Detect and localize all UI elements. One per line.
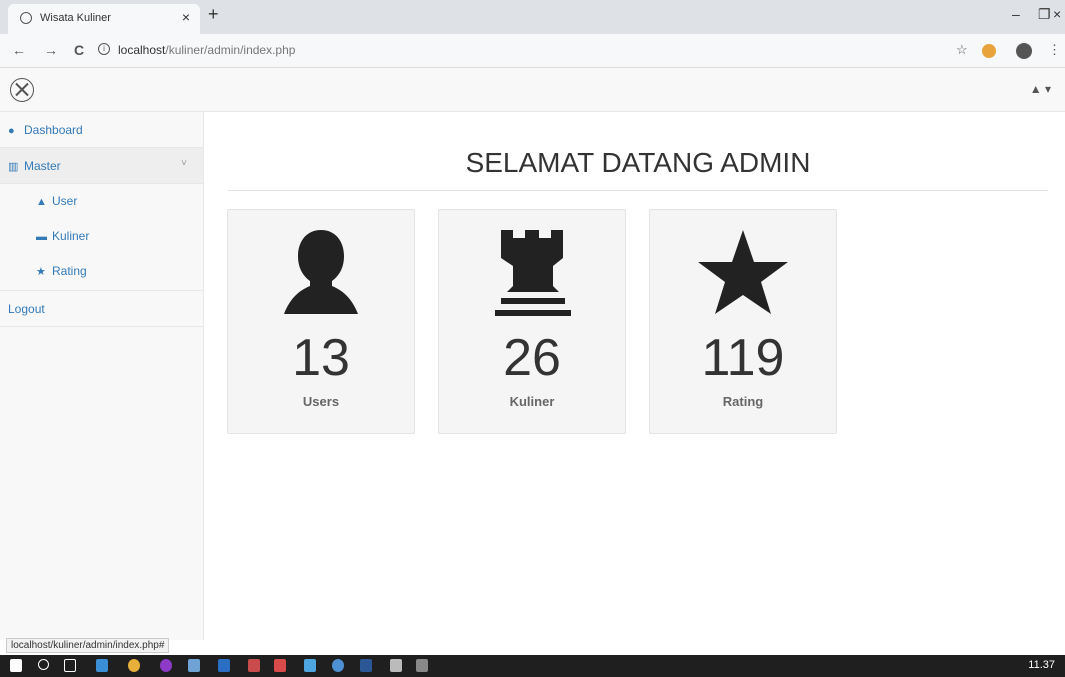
profile-avatar[interactable] (1016, 43, 1032, 59)
app-icon[interactable] (160, 659, 172, 672)
sidebar-item-dashboard[interactable]: ● Dashboard (0, 112, 203, 148)
search-icon[interactable] (38, 659, 49, 670)
windows-start-icon[interactable] (10, 659, 22, 672)
app-icon[interactable] (188, 659, 200, 672)
app-icon[interactable] (332, 659, 344, 672)
chevron-down-icon: ˅ (181, 158, 187, 169)
sidebar-item-user[interactable]: ▲ User (0, 184, 203, 219)
chrome-icon[interactable] (128, 659, 140, 672)
stat-label: Users (302, 394, 340, 409)
bookmark-star-icon[interactable]: ☆ (956, 42, 968, 58)
sidebar-item-label: Master (24, 159, 61, 173)
sidebar-item-kuliner[interactable]: ▬ Kuliner (0, 219, 203, 254)
star-icon (698, 230, 788, 314)
browser-tab-bar: Wisata Kuliner × + – ❐ × (0, 0, 1065, 34)
address-bar: ← → C i localhost/kuliner/admin/index.ph… (0, 34, 1065, 68)
reload-button[interactable]: C (74, 42, 84, 58)
sidebar-item-label: Dashboard (24, 123, 83, 137)
clock[interactable]: 11.37 (1028, 659, 1055, 671)
stat-value: 26 (503, 329, 561, 387)
stat-label: Rating (722, 394, 764, 409)
sidebar-item-logout[interactable]: Logout (0, 291, 203, 327)
taskbar: 11.37 (0, 655, 1065, 677)
notepad-icon[interactable] (390, 659, 402, 672)
filezilla-icon[interactable] (274, 659, 286, 672)
forward-button[interactable]: → (44, 42, 58, 58)
browser-menu-icon[interactable]: ⋮ (1048, 42, 1061, 58)
logo-icon[interactable] (10, 78, 34, 102)
globe-icon (20, 12, 32, 24)
user-icon (284, 230, 358, 314)
sidebar: ● Dashboard ▥ Master ˅ ▲ User ▬ Kuliner ★ Rat… (0, 112, 204, 640)
stat-value: 119 (701, 329, 785, 387)
page-title: SELAMAT DATANG ADMIN (465, 147, 811, 178)
status-bar-url: localhost/kuliner/admin/index.php# (6, 638, 170, 653)
sidebar-item-label: Logout (8, 302, 45, 316)
extension-icon[interactable] (982, 44, 996, 58)
back-button[interactable]: ← (12, 42, 26, 58)
maximize-button[interactable]: ❐ (1038, 6, 1051, 23)
window-close-button[interactable]: × (1053, 6, 1061, 22)
url-path: /kuliner/admin/index.php (165, 43, 296, 57)
bar-chart-icon: ▥ (8, 161, 19, 173)
sidebar-item-master[interactable]: ▥ Master ˅ (0, 148, 203, 184)
user-icon: ▲ (36, 196, 47, 208)
star-icon: ★ (36, 266, 46, 278)
user-menu-button[interactable]: ▲ ▾ (1030, 82, 1051, 96)
tower-icon (495, 230, 571, 316)
divider (228, 190, 1048, 191)
task-view-icon[interactable] (64, 659, 76, 672)
sidebar-item-label: Kuliner (52, 229, 90, 243)
app-icon[interactable] (248, 659, 260, 672)
tab-close-button[interactable]: × (182, 9, 190, 25)
stat-label: Kuliner (509, 394, 555, 409)
app-icon[interactable] (218, 659, 230, 672)
url-host: localhost (118, 43, 166, 57)
hdd-icon: ▬ (36, 231, 47, 243)
sidebar-item-label: Rating (52, 264, 87, 278)
stat-card-kuliner[interactable]: 26 Kuliner (438, 209, 626, 434)
dashboard-icon: ● (8, 125, 15, 137)
sidebar-item-rating[interactable]: ★ Rating (0, 254, 203, 291)
minimize-button[interactable]: – (1012, 6, 1020, 22)
app-icon[interactable] (416, 659, 428, 672)
app-icon[interactable] (304, 659, 316, 672)
sidebar-item-label: User (52, 194, 78, 208)
url-field[interactable]: localhost/kuliner/admin/index.php (118, 43, 295, 57)
app-navbar: ▲ ▾ (0, 68, 1065, 112)
stat-value: 13 (292, 329, 350, 387)
stat-card-users[interactable]: 13 Users (227, 209, 415, 434)
stat-card-rating[interactable]: 119 Rating (649, 209, 837, 434)
info-icon[interactable]: i (98, 43, 110, 55)
word-icon[interactable] (360, 659, 372, 672)
file-explorer-icon[interactable] (96, 659, 108, 672)
new-tab-button[interactable]: + (208, 4, 219, 25)
tab-title: Wisata Kuliner (40, 12, 111, 24)
browser-tab[interactable]: Wisata Kuliner × (8, 4, 200, 34)
